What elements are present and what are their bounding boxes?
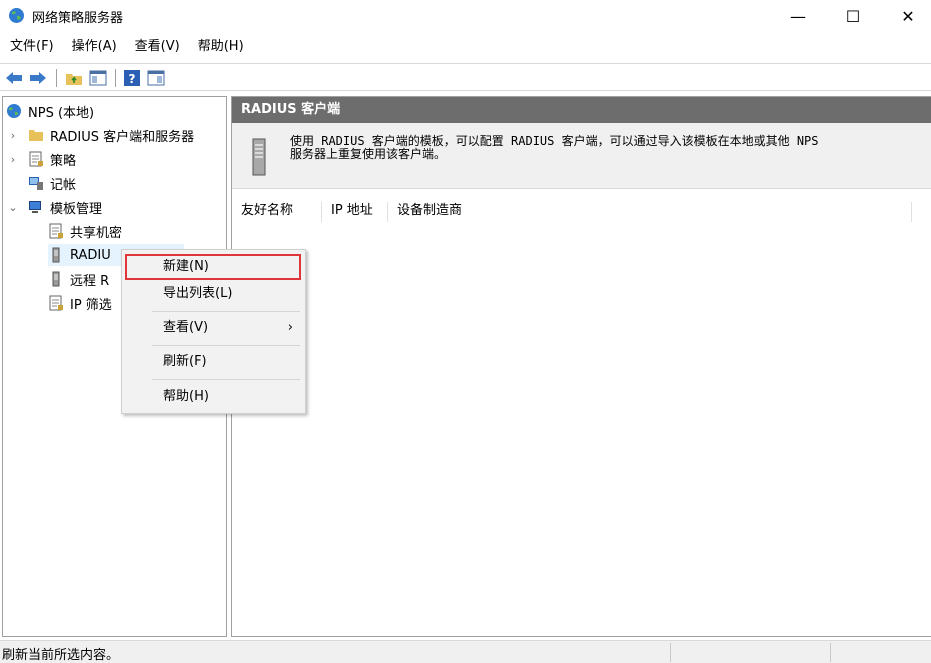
menu-item-new[interactable]: 新建(N)	[125, 254, 301, 280]
column-label: IP 地址	[331, 203, 373, 218]
policy-document-icon	[28, 151, 44, 167]
submenu-arrow-icon: ›	[287, 320, 293, 335]
info-banner: 使用 RADIUS 客户端的模板，可以配置 RADIUS 客户端，可以通过导入该…	[232, 123, 931, 189]
tree-label: IP 筛选	[70, 297, 112, 313]
tree-label: RADIUS 客户端和服务器	[50, 129, 195, 145]
close-button[interactable]: ✕	[885, 0, 931, 32]
column-ip-address[interactable]: IP 地址	[322, 198, 388, 224]
template-computer-icon	[28, 199, 44, 215]
menu-item-help[interactable]: 帮助(H)	[122, 386, 305, 408]
tree-item-templates[interactable]: 模板管理	[28, 196, 102, 218]
toolbar: ?	[0, 63, 931, 91]
column-vendor[interactable]: 设备制造商	[388, 198, 912, 224]
tree-label: RADIU	[70, 247, 111, 263]
status-divider	[830, 643, 831, 662]
tree-item-shared-secrets[interactable]: 共享机密	[48, 220, 122, 242]
context-menu: 新建(N) 导出列表(L) 查看(V) › 刷新(F) 帮助(H)	[121, 249, 306, 414]
tree-item-radius-clients-servers[interactable]: RADIUS 客户端和服务器	[28, 124, 194, 146]
nps-globe-icon	[6, 103, 22, 119]
tree-label: 策略	[50, 153, 77, 169]
details-pane: RADIUS 客户端 使用 RADIUS 客户端的模板，可以配置 RADIUS …	[231, 96, 931, 637]
tree-item-remote-radius[interactable]: 远程 R	[48, 268, 109, 290]
status-text: 刷新当前所选内容。	[2, 648, 120, 663]
help-icon[interactable]: ?	[122, 68, 142, 88]
document-icon	[48, 223, 64, 239]
tree-item-nps-local[interactable]: NPS (本地)	[6, 100, 94, 122]
document-icon	[48, 295, 64, 311]
server-tower-icon	[48, 247, 64, 263]
action-pane-icon[interactable]	[146, 68, 166, 88]
window-title: 网络策略服务器	[32, 11, 124, 26]
tree-label: NPS (本地)	[28, 105, 95, 121]
expand-arrow-icon[interactable]: ›	[8, 153, 18, 166]
toolbar-separator	[56, 69, 57, 87]
server-tower-icon	[250, 137, 268, 177]
menu-item-view[interactable]: 查看(V) ›	[122, 317, 305, 339]
folder-icon	[28, 127, 44, 143]
tree-label: 模板管理	[50, 201, 103, 217]
svg-text:?: ?	[129, 72, 136, 86]
status-divider	[670, 643, 671, 662]
back-arrow-icon[interactable]	[4, 68, 24, 88]
menu-separator	[152, 345, 300, 346]
title-bar: 网络策略服务器 — ☐ ✕	[0, 0, 931, 32]
menu-item-export-list[interactable]: 导出列表(L)	[122, 283, 305, 305]
menu-file[interactable]: 文件(F)	[0, 36, 62, 58]
forward-arrow-icon[interactable]	[28, 68, 48, 88]
menu-separator	[152, 311, 300, 312]
column-friendly-name[interactable]: 友好名称	[232, 198, 322, 224]
column-label: 设备制造商	[397, 203, 463, 218]
menu-action[interactable]: 操作(A)	[62, 36, 125, 58]
up-folder-icon[interactable]	[64, 68, 84, 88]
server-tower-icon	[48, 271, 64, 287]
menu-separator	[152, 379, 300, 380]
menu-help[interactable]: 帮助(H)	[188, 36, 252, 58]
maximize-button[interactable]: ☐	[830, 0, 876, 32]
tree-item-policies[interactable]: 策略	[28, 148, 76, 170]
menu-view[interactable]: 查看(V)	[125, 36, 188, 58]
pane-title: RADIUS 客户端	[232, 97, 931, 123]
info-line: 服务器上重复使用该客户端。	[290, 147, 447, 161]
accounting-server-icon	[28, 175, 44, 191]
column-label: 友好名称	[241, 203, 294, 218]
show-hide-tree-icon[interactable]	[88, 68, 108, 88]
toolbar-separator	[115, 69, 116, 87]
list-column-header: 友好名称 IP 地址 设备制造商	[232, 198, 912, 224]
tree-label: 远程 R	[70, 273, 110, 289]
collapse-arrow-icon[interactable]: ⌄	[8, 201, 18, 214]
menu-item-refresh[interactable]: 刷新(F)	[122, 351, 305, 373]
expand-arrow-icon[interactable]: ›	[8, 129, 18, 142]
minimize-button[interactable]: —	[775, 0, 821, 32]
status-bar: 刷新当前所选内容。	[0, 640, 931, 663]
tree-item-ip-filters[interactable]: IP 筛选	[48, 292, 112, 314]
tree-label: 记帐	[50, 177, 77, 193]
menu-item-label: 查看(V)	[163, 320, 209, 335]
nps-globe-icon	[8, 7, 25, 24]
menu-bar: 文件(F) 操作(A) 查看(V) 帮助(H)	[0, 36, 931, 58]
tree-item-accounting[interactable]: 记帐	[28, 172, 76, 194]
info-description: 使用 RADIUS 客户端的模板，可以配置 RADIUS 客户端，可以通过导入该…	[290, 135, 920, 161]
tree-label: 共享机密	[70, 225, 123, 241]
